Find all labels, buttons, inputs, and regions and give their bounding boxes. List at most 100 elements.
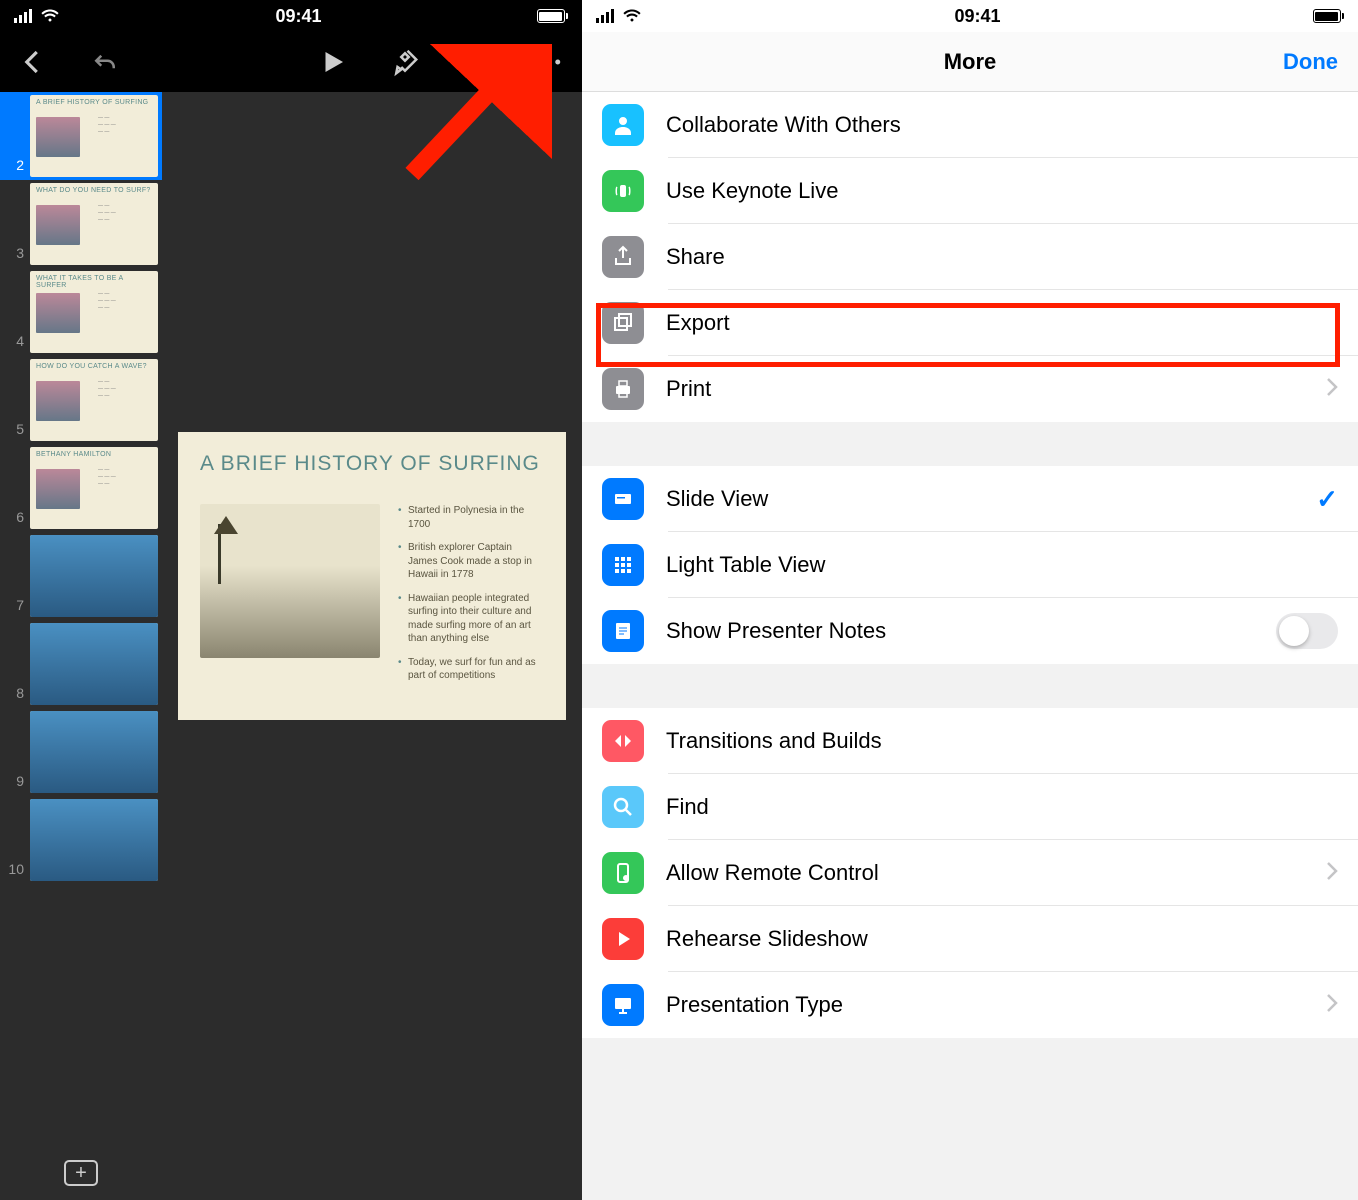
- thumb-number: 6: [4, 509, 24, 525]
- menu-item-grid[interactable]: Light Table View: [582, 532, 1358, 598]
- person-icon: [602, 104, 644, 146]
- ptype-icon: [602, 984, 644, 1026]
- section-separator: [582, 422, 1358, 466]
- thumb-preview: [30, 711, 158, 793]
- keynote-editor-screen: 09:41 2 A BRIEF HISTORY OF SURFING — —— …: [0, 0, 582, 1200]
- more-icon[interactable]: [534, 47, 564, 77]
- menu-item-export[interactable]: Export: [582, 290, 1358, 356]
- slide-thumbnail[interactable]: 4 WHAT IT TAKES TO BE A SURFER — —— — ——…: [0, 268, 162, 356]
- share-icon: [602, 236, 644, 278]
- format-brush-icon[interactable]: [390, 47, 420, 77]
- wifi-icon: [622, 6, 642, 27]
- main-slide[interactable]: A BRIEF HISTORY OF SURFING Started in Po…: [178, 432, 566, 720]
- thumb-number: 10: [4, 861, 24, 877]
- slide-thumbnail[interactable]: 7: [0, 532, 162, 620]
- menu-item-label: Print: [666, 376, 1326, 402]
- nav-title: More: [944, 49, 997, 75]
- print-icon: [602, 368, 644, 410]
- thumb-preview: HOW DO YOU CATCH A WAVE? — —— — —— —: [30, 359, 158, 441]
- slide-image: [200, 504, 380, 658]
- thumb-number: 9: [4, 773, 24, 789]
- thumb-preview: [30, 535, 158, 617]
- menu-item-find[interactable]: Find: [582, 774, 1358, 840]
- status-bar: 09:41: [0, 0, 582, 32]
- slide-thumbnail[interactable]: 2 A BRIEF HISTORY OF SURFING — —— — —— —: [0, 92, 162, 180]
- thumb-number: 5: [4, 421, 24, 437]
- menu-item-label: Allow Remote Control: [666, 860, 1326, 886]
- thumb-number: 4: [4, 333, 24, 349]
- menu-item-live[interactable]: Use Keynote Live: [582, 158, 1358, 224]
- menu-item-share[interactable]: Share: [582, 224, 1358, 290]
- section-separator: [582, 664, 1358, 708]
- slide-thumbnail[interactable]: 8: [0, 620, 162, 708]
- cellular-signal-icon: [14, 9, 32, 23]
- menu-item-label: Rehearse Slideshow: [666, 926, 1338, 952]
- menu-item-person[interactable]: Collaborate With Others: [582, 92, 1358, 158]
- menu-item-label: Export: [666, 310, 1338, 336]
- find-icon: [602, 786, 644, 828]
- menu-item-remote[interactable]: Allow Remote Control: [582, 840, 1358, 906]
- toggle-switch[interactable]: [1276, 613, 1338, 649]
- bullet-item: British explorer Captain James Cook made…: [398, 541, 544, 582]
- menu-item-trans[interactable]: Transitions and Builds: [582, 708, 1358, 774]
- status-bar: 09:41: [582, 0, 1358, 32]
- grid-icon: [602, 544, 644, 586]
- menu-item-print[interactable]: Print: [582, 356, 1358, 422]
- menu-item-label: Share: [666, 244, 1338, 270]
- play-icon[interactable]: [318, 47, 348, 77]
- menu-item-notes[interactable]: Show Presenter Notes: [582, 598, 1358, 664]
- add-slide-bar: +: [0, 1146, 162, 1200]
- status-time: 09:41: [954, 6, 1000, 27]
- slide-thumbnail[interactable]: 9: [0, 708, 162, 796]
- slide-thumbnail[interactable]: 3 WHAT DO YOU NEED TO SURF? — —— — —— —: [0, 180, 162, 268]
- thumb-preview: [30, 799, 158, 881]
- menu-item-label: Light Table View: [666, 552, 1338, 578]
- menu-item-label: Collaborate With Others: [666, 112, 1338, 138]
- export-icon: [602, 302, 644, 344]
- thumb-number: 8: [4, 685, 24, 701]
- wifi-icon: [40, 6, 60, 27]
- bullet-item: Hawaiian people integrated surfing into …: [398, 592, 544, 646]
- remote-icon: [602, 852, 644, 894]
- slide-title: A BRIEF HISTORY OF SURFING: [200, 452, 544, 476]
- back-icon[interactable]: [18, 47, 48, 77]
- menu-item-ptype[interactable]: Presentation Type: [582, 972, 1358, 1038]
- bullet-item: Started in Polynesia in the 1700: [398, 504, 544, 531]
- status-time: 09:41: [275, 6, 321, 27]
- trans-icon: [602, 720, 644, 762]
- bullet-item: Today, we surf for fun and as part of co…: [398, 656, 544, 683]
- menu-item-label: Find: [666, 794, 1338, 820]
- undo-icon[interactable]: [90, 47, 120, 77]
- editor-toolbar: [0, 32, 582, 92]
- menu-item-label: Transitions and Builds: [666, 728, 1338, 754]
- add-icon[interactable]: [462, 47, 492, 77]
- menu-item-play[interactable]: Rehearse Slideshow: [582, 906, 1358, 972]
- checkmark-icon: ✓: [1316, 484, 1338, 515]
- slide-icon: [602, 478, 644, 520]
- cellular-signal-icon: [596, 9, 614, 23]
- navigation-bar: More Done: [582, 32, 1358, 92]
- slide-canvas[interactable]: A BRIEF HISTORY OF SURFING Started in Po…: [162, 92, 582, 1036]
- more-menu-screen: 09:41 More Done Collaborate With Others …: [582, 0, 1358, 1200]
- thumb-number: 7: [4, 597, 24, 613]
- thumb-number: 2: [4, 157, 24, 173]
- done-button[interactable]: Done: [1283, 49, 1338, 75]
- menu-item-label: Slide View: [666, 486, 1316, 512]
- notes-icon: [602, 610, 644, 652]
- battery-icon: [537, 9, 568, 23]
- add-slide-button[interactable]: +: [64, 1160, 98, 1186]
- slide-thumbnail[interactable]: 5 HOW DO YOU CATCH A WAVE? — —— — —— —: [0, 356, 162, 444]
- slide-thumbnail-panel[interactable]: 2 A BRIEF HISTORY OF SURFING — —— — —— —…: [0, 92, 162, 1036]
- play-icon: [602, 918, 644, 960]
- thumb-preview: WHAT IT TAKES TO BE A SURFER — —— — —— —: [30, 271, 158, 353]
- battery-icon: [1313, 9, 1344, 23]
- chevron-right-icon: [1326, 377, 1338, 402]
- menu-item-label: Show Presenter Notes: [666, 618, 1276, 644]
- thumb-preview: BETHANY HAMILTON — —— — —— —: [30, 447, 158, 529]
- menu-item-label: Use Keynote Live: [666, 178, 1338, 204]
- thumb-preview: [30, 623, 158, 705]
- slide-thumbnail[interactable]: 6 BETHANY HAMILTON — —— — —— —: [0, 444, 162, 532]
- thumb-preview: A BRIEF HISTORY OF SURFING — —— — —— —: [30, 95, 158, 177]
- menu-item-slide[interactable]: Slide View ✓: [582, 466, 1358, 532]
- slide-thumbnail[interactable]: 10: [0, 796, 162, 884]
